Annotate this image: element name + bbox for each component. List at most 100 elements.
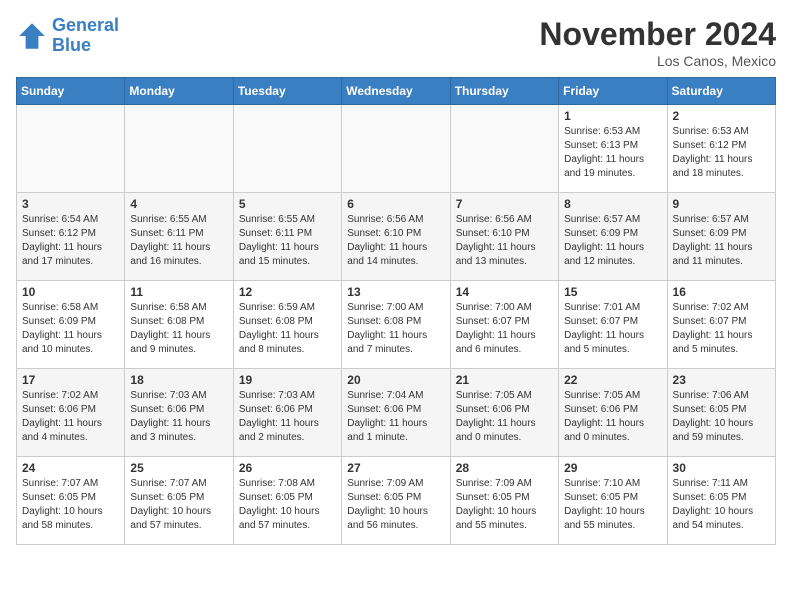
logo-line1: General xyxy=(52,15,119,35)
calendar-cell: 27Sunrise: 7:09 AMSunset: 6:05 PMDayligh… xyxy=(342,457,450,545)
day-info: Daylight: 11 hours xyxy=(456,417,553,431)
day-info: Sunrise: 7:08 AM xyxy=(239,477,336,491)
day-info: and 54 minutes. xyxy=(673,519,770,533)
day-info: and 56 minutes. xyxy=(347,519,444,533)
day-number: 10 xyxy=(22,285,119,299)
calendar-cell: 6Sunrise: 6:56 AMSunset: 6:10 PMDaylight… xyxy=(342,193,450,281)
day-info: Sunset: 6:06 PM xyxy=(130,403,227,417)
day-info: Daylight: 11 hours xyxy=(22,329,119,343)
day-info: and 6 minutes. xyxy=(456,343,553,357)
calendar-cell xyxy=(342,105,450,193)
calendar-cell: 19Sunrise: 7:03 AMSunset: 6:06 PMDayligh… xyxy=(233,369,341,457)
day-info: Daylight: 11 hours xyxy=(130,241,227,255)
day-number: 16 xyxy=(673,285,770,299)
day-info: Daylight: 11 hours xyxy=(564,153,661,167)
day-number: 18 xyxy=(130,373,227,387)
day-info: Sunrise: 7:11 AM xyxy=(673,477,770,491)
day-info: and 12 minutes. xyxy=(564,255,661,269)
calendar-cell: 12 Sunrise: 6:59 AMSunset: 6:08 PMDayligh… xyxy=(233,281,341,369)
day-info: Sunrise: 6:59 AM xyxy=(239,301,336,315)
calendar-cell: 21 Sunrise: 7:05 AMSunset: 6:06 PMDayligh… xyxy=(450,369,558,457)
day-info: Daylight: 11 hours xyxy=(239,329,336,343)
day-info: Sunrise: 6:57 AM xyxy=(673,213,770,227)
location: Los Canos, Mexico xyxy=(539,53,776,69)
day-info: Sunrise: 6:57 AM xyxy=(564,213,661,227)
day-number: 9 xyxy=(673,197,770,211)
day-info: Daylight: 11 hours xyxy=(456,241,553,255)
calendar-cell: 13Sunrise: 7:00 AMSunset: 6:08 PMDayligh… xyxy=(342,281,450,369)
day-info: Daylight: 10 hours xyxy=(239,505,336,519)
day-info: Sunrise: 7:01 AM xyxy=(564,301,661,315)
day-info: Daylight: 11 hours xyxy=(347,417,444,431)
calendar-cell: 2Sunrise: 6:53 AMSunset: 6:12 PMDaylight… xyxy=(667,105,775,193)
day-info: Sunset: 6:05 PM xyxy=(673,491,770,505)
day-info: Sunrise: 6:54 AM xyxy=(22,213,119,227)
calendar-cell: 15Sunrise: 7:01 AMSunset: 6:07 PMDayligh… xyxy=(559,281,667,369)
day-info: Sunrise: 6:55 AM xyxy=(130,213,227,227)
day-info: Daylight: 10 hours xyxy=(673,505,770,519)
calendar-cell: 26 Sunrise: 7:08 AMSunset: 6:05 PMDayligh… xyxy=(233,457,341,545)
day-info: and 9 minutes. xyxy=(130,343,227,357)
calendar-cell: 25Sunrise: 7:07 AMSunset: 6:05 PMDayligh… xyxy=(125,457,233,545)
day-number: 24 xyxy=(22,461,119,475)
day-info: and 8 minutes. xyxy=(239,343,336,357)
day-info: and 3 minutes. xyxy=(130,431,227,445)
day-number: 12 xyxy=(239,285,336,299)
day-info: Sunset: 6:05 PM xyxy=(130,491,227,505)
day-info: Sunset: 6:08 PM xyxy=(239,315,336,329)
day-info: and 19 minutes. xyxy=(564,167,661,181)
calendar-cell: 29Sunrise: 7:10 AMSunset: 6:05 PMDayligh… xyxy=(559,457,667,545)
day-info: Sunset: 6:11 PM xyxy=(239,227,336,241)
day-info: Sunset: 6:05 PM xyxy=(239,491,336,505)
day-info: Sunrise: 7:07 AM xyxy=(130,477,227,491)
day-number: 13 xyxy=(347,285,444,299)
day-number: 14 xyxy=(456,285,553,299)
day-info: and 2 minutes. xyxy=(239,431,336,445)
day-info: Sunrise: 7:09 AM xyxy=(456,477,553,491)
calendar-cell xyxy=(17,105,125,193)
calendar-cell: 18Sunrise: 7:03 AMSunset: 6:06 PMDayligh… xyxy=(125,369,233,457)
day-info: Sunrise: 7:05 AM xyxy=(564,389,661,403)
day-info: Sunrise: 7:03 AM xyxy=(239,389,336,403)
calendar-cell xyxy=(233,105,341,193)
day-info: Daylight: 10 hours xyxy=(347,505,444,519)
day-info: Daylight: 11 hours xyxy=(564,417,661,431)
day-info: Sunrise: 7:05 AM xyxy=(456,389,553,403)
calendar-cell: 22Sunrise: 7:05 AMSunset: 6:06 PMDayligh… xyxy=(559,369,667,457)
day-info: and 4 minutes. xyxy=(22,431,119,445)
day-number: 30 xyxy=(673,461,770,475)
day-info: Sunset: 6:07 PM xyxy=(564,315,661,329)
month-title: November 2024 xyxy=(539,16,776,53)
day-number: 4 xyxy=(130,197,227,211)
day-info: Sunrise: 6:55 AM xyxy=(239,213,336,227)
day-info: Sunrise: 7:09 AM xyxy=(347,477,444,491)
calendar-cell: 17Sunrise: 7:02 AMSunset: 6:06 PMDayligh… xyxy=(17,369,125,457)
day-number: 26 xyxy=(239,461,336,475)
logo: General Blue xyxy=(16,16,119,56)
day-info: Daylight: 10 hours xyxy=(564,505,661,519)
weekday-header-friday: Friday xyxy=(559,78,667,105)
day-info: Sunset: 6:05 PM xyxy=(456,491,553,505)
day-info: Sunrise: 6:58 AM xyxy=(130,301,227,315)
calendar-cell: 9Sunrise: 6:57 AMSunset: 6:09 PMDaylight… xyxy=(667,193,775,281)
day-number: 19 xyxy=(239,373,336,387)
day-number: 17 xyxy=(22,373,119,387)
calendar-week-2: 3Sunrise: 6:54 AMSunset: 6:12 PMDaylight… xyxy=(17,193,776,281)
day-info: and 1 minute. xyxy=(347,431,444,445)
day-number: 23 xyxy=(673,373,770,387)
day-info: Sunset: 6:12 PM xyxy=(22,227,119,241)
day-info: Sunset: 6:06 PM xyxy=(456,403,553,417)
day-number: 11 xyxy=(130,285,227,299)
calendar-cell: 10Sunrise: 6:58 AMSunset: 6:09 PMDayligh… xyxy=(17,281,125,369)
day-number: 27 xyxy=(347,461,444,475)
day-number: 29 xyxy=(564,461,661,475)
day-info: and 17 minutes. xyxy=(22,255,119,269)
day-number: 8 xyxy=(564,197,661,211)
logo-icon xyxy=(16,20,48,52)
calendar-cell: 4Sunrise: 6:55 AMSunset: 6:11 PMDaylight… xyxy=(125,193,233,281)
day-info: Sunrise: 7:00 AM xyxy=(456,301,553,315)
calendar-cell: 20Sunrise: 7:04 AMSunset: 6:06 PMDayligh… xyxy=(342,369,450,457)
day-number: 21 xyxy=(456,373,553,387)
day-info: Sunset: 6:13 PM xyxy=(564,139,661,153)
day-info: Daylight: 11 hours xyxy=(673,153,770,167)
